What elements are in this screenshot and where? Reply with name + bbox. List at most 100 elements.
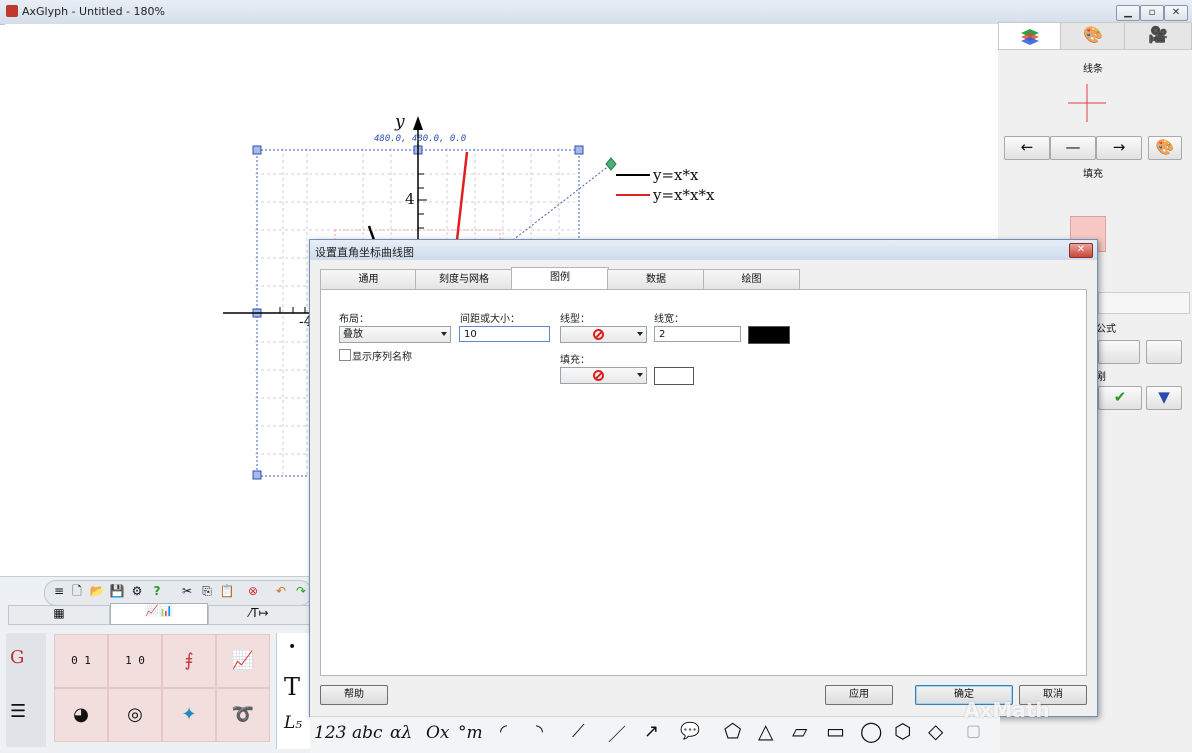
- minimize-button[interactable]: ▁: [1116, 5, 1140, 21]
- dialog-close-icon[interactable]: ✕: [1069, 243, 1093, 258]
- y-axis-arrow: [413, 116, 423, 130]
- line-preview: [1068, 84, 1106, 122]
- linewidth-input[interactable]: 2: [654, 326, 741, 342]
- quad-tool-icon[interactable]: ▱: [792, 719, 807, 743]
- shape-tool-icon[interactable]: ◇: [928, 719, 943, 743]
- abc-tool-icon[interactable]: abc: [352, 723, 383, 743]
- app-icon: [6, 5, 18, 17]
- series-square-curve: [367, 225, 376, 241]
- fill-section-label: 填充: [1083, 169, 1103, 180]
- ox-tool-icon[interactable]: Ox: [426, 723, 450, 743]
- chart-settings-dialog: 设置直角坐标曲线图 ✕ 通用 刻度与网格 图例 数据 绘图 布局： 叠放 显示序…: [309, 239, 1098, 717]
- arrow-tool-icon[interactable]: ↗: [644, 721, 659, 742]
- check-icon[interactable]: ✔: [1098, 386, 1142, 410]
- cut-icon[interactable]: ✂: [178, 582, 196, 600]
- linetype-select[interactable]: [560, 326, 647, 343]
- triangle-tool-icon[interactable]: △: [758, 719, 773, 743]
- none-icon: [593, 329, 604, 340]
- circle-tool-icon[interactable]: ◯: [860, 719, 882, 743]
- fill-color-swatch[interactable]: [654, 367, 694, 385]
- line-chart-tool-icon[interactable]: 📈: [216, 634, 270, 688]
- spacing-input[interactable]: 10: [459, 326, 550, 342]
- apply-button[interactable]: 应用: [825, 685, 893, 705]
- open-folder-icon[interactable]: 📂: [88, 582, 106, 600]
- help-button[interactable]: 帮助: [320, 685, 388, 705]
- camera-icon[interactable]: 🎥: [1124, 22, 1192, 50]
- formula-button-2[interactable]: [1146, 340, 1182, 364]
- unit-tool-icon[interactable]: °m: [458, 723, 483, 743]
- graph-category-icon[interactable]: G: [10, 647, 24, 668]
- help-icon[interactable]: ?: [148, 582, 166, 600]
- tab-ticks-grid[interactable]: 刻度与网格: [415, 269, 513, 291]
- show-series-checkbox[interactable]: [339, 349, 351, 361]
- show-series-label: 显示序列名称: [352, 352, 412, 363]
- fill-label: 填充：: [560, 355, 590, 366]
- spiral-plot-tool-icon[interactable]: ➰: [216, 688, 270, 742]
- maximize-button[interactable]: ▫: [1140, 5, 1164, 21]
- rect-tool-icon[interactable]: ▭: [826, 719, 845, 743]
- shape-tools-strip: 123 abc αλ Ox °m ◜ ◝ ⟋ ／ ↗ 💬 ⬠ △ ▱ ▭ ◯ ⬡…: [310, 716, 1000, 753]
- arrow-right-button[interactable]: →: [1096, 136, 1142, 160]
- line-style-button[interactable]: —: [1050, 136, 1096, 160]
- text-tool-icon[interactable]: T: [284, 673, 300, 701]
- greek-tool-icon[interactable]: αλ: [390, 723, 412, 743]
- tab-data[interactable]: 数据: [607, 269, 705, 291]
- polar-plot-tool-icon[interactable]: ◎: [108, 688, 162, 742]
- colorbar-tool-icon[interactable]: 1 0: [108, 634, 162, 688]
- formula-label: 公式: [1096, 324, 1116, 335]
- tab-text[interactable]: ⁄T↦: [208, 605, 310, 625]
- function-plot-tool-icon[interactable]: ⨎: [162, 634, 216, 688]
- arc-tool-icon[interactable]: ◜: [500, 721, 507, 742]
- tick-label-4: 4: [405, 190, 415, 208]
- layout-select-value: 叠放: [343, 329, 363, 340]
- undo-icon[interactable]: ↶: [272, 582, 290, 600]
- legend-tab-panel: 布局： 叠放 显示序列名称 间距或大小： 10 线型： 填充： 线宽： 2: [320, 289, 1087, 676]
- menu-icon[interactable]: ≡: [50, 582, 68, 600]
- line-tool-icon[interactable]: ／: [608, 721, 626, 747]
- copy-icon[interactable]: ⎘: [198, 582, 216, 600]
- pie-chart-tool-icon[interactable]: ◕: [54, 688, 108, 742]
- ruler-tool-icon[interactable]: 0 1: [54, 634, 108, 688]
- dashed-line-tool-icon[interactable]: ⟋: [572, 721, 585, 742]
- more-tool-icon[interactable]: ▢: [966, 721, 981, 740]
- save-icon[interactable]: 💾: [108, 582, 126, 600]
- tab-charts[interactable]: 📈📊: [110, 603, 208, 625]
- callout-tool-icon[interactable]: 💬: [680, 721, 700, 740]
- fill-select[interactable]: [560, 367, 647, 384]
- polygon-tool-icon[interactable]: ⬡: [894, 719, 911, 743]
- formula-button[interactable]: [1098, 340, 1140, 364]
- settings-icon[interactable]: ⚙: [128, 582, 146, 600]
- close-button[interactable]: ✕: [1164, 5, 1188, 21]
- chevron-down-icon: [637, 332, 643, 336]
- list-category-icon[interactable]: ☰: [10, 701, 26, 722]
- line-palette-icon[interactable]: 🎨: [1148, 136, 1182, 160]
- chevron-down-icon: [637, 373, 643, 377]
- surface-plot-tool-icon[interactable]: ✦: [162, 688, 216, 742]
- delete-icon[interactable]: ⊗: [244, 582, 262, 600]
- new-file-icon[interactable]: 🗋: [68, 582, 86, 600]
- linetype-label: 线型：: [560, 314, 590, 325]
- pentagon-tool-icon[interactable]: ⬠: [724, 719, 741, 743]
- spacing-label: 间距或大小：: [460, 314, 520, 325]
- chevron-down-icon[interactable]: ▼: [1146, 386, 1182, 410]
- toolbox: ≡ 🗋 📂 💾 ⚙ ? ✂ ⎘ 📋 ⊗ ↶ ↷ ▦ 📈📊 ⁄T↦ G ☰ 0 1…: [0, 576, 312, 753]
- tab-general[interactable]: 通用: [320, 269, 417, 291]
- curve-tool-icon[interactable]: ◝: [536, 721, 543, 742]
- tab-color[interactable]: ▦: [8, 605, 110, 625]
- fill-options-row[interactable]: [1098, 292, 1190, 314]
- layout-label: 布局：: [339, 314, 369, 325]
- paste-icon[interactable]: 📋: [218, 582, 236, 600]
- number-tool-icon[interactable]: 123: [314, 723, 346, 743]
- label-tool-icon[interactable]: L₅: [284, 713, 302, 733]
- line-color-swatch[interactable]: [748, 326, 790, 344]
- coordinate-readout: 480.0, 480.0, 0.0: [374, 134, 467, 144]
- arrow-left-button[interactable]: ←: [1004, 136, 1050, 160]
- tab-drawing[interactable]: 绘图: [703, 269, 800, 291]
- palette-icon[interactable]: 🎨: [1060, 22, 1126, 50]
- dialog-titlebar: 设置直角坐标曲线图 ✕: [310, 240, 1097, 260]
- none-icon: [593, 370, 604, 381]
- dot-tool-icon[interactable]: •: [288, 639, 296, 655]
- layout-select[interactable]: 叠放: [339, 326, 451, 343]
- layers-icon[interactable]: [998, 22, 1062, 50]
- redo-icon[interactable]: ↷: [292, 582, 310, 600]
